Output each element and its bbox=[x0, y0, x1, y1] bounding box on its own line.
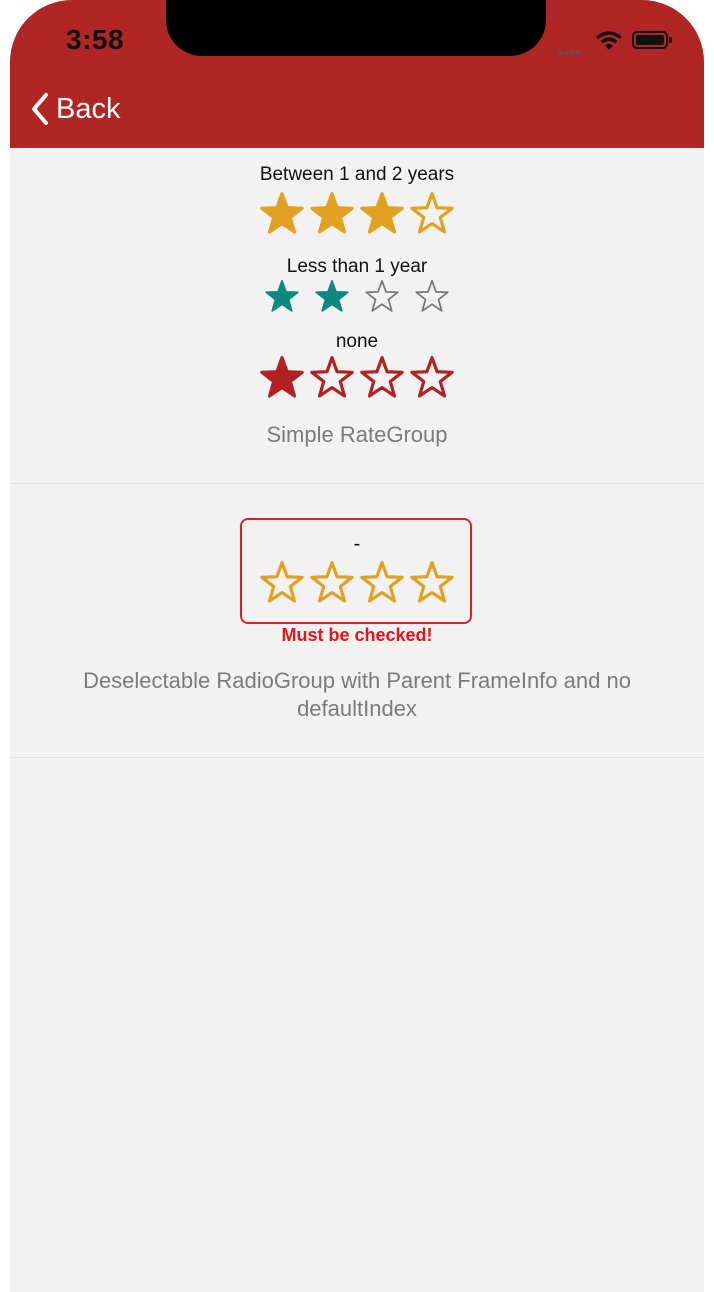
star-outline-icon[interactable] bbox=[409, 559, 455, 605]
wifi-icon bbox=[594, 30, 624, 57]
status-time: 3:58 bbox=[66, 24, 125, 55]
back-label: Back bbox=[56, 92, 121, 125]
star-filled-icon[interactable] bbox=[259, 190, 305, 236]
back-button[interactable]: Back bbox=[30, 92, 120, 126]
section-divider bbox=[10, 757, 704, 758]
star-filled-icon[interactable] bbox=[259, 354, 305, 400]
star-outline-icon[interactable] bbox=[414, 278, 450, 314]
rate-group-2-stars bbox=[10, 278, 704, 314]
star-outline-icon[interactable] bbox=[359, 559, 405, 605]
rate-group-label-2: Less than 1 year bbox=[286, 256, 428, 277]
rate-group-label-3: none bbox=[335, 331, 379, 352]
signal-icon bbox=[558, 42, 582, 60]
star-outline-icon[interactable] bbox=[364, 278, 400, 314]
star-outline-icon[interactable] bbox=[309, 354, 355, 400]
deselectable-caption-line1: Deselectable RadioGroup with Parent Fram… bbox=[83, 668, 631, 693]
battery-icon bbox=[632, 31, 672, 49]
star-filled-icon[interactable] bbox=[264, 278, 300, 314]
star-filled-icon[interactable] bbox=[309, 190, 355, 236]
rate-group-3-stars bbox=[10, 354, 704, 400]
device-notch bbox=[166, 0, 546, 56]
star-outline-icon[interactable] bbox=[409, 354, 455, 400]
section-divider bbox=[10, 483, 704, 484]
star-filled-icon[interactable] bbox=[359, 190, 405, 236]
star-outline-icon[interactable] bbox=[359, 354, 405, 400]
selected-value-text: - bbox=[353, 533, 361, 555]
deselectable-caption-line2: defaultIndex bbox=[297, 696, 417, 721]
rate-group-label-1: Between 1 and 2 years bbox=[259, 164, 455, 185]
star-outline-icon[interactable] bbox=[259, 559, 305, 605]
error-message: Must be checked! bbox=[281, 625, 433, 645]
chevron-left-icon bbox=[32, 93, 48, 125]
star-filled-icon[interactable] bbox=[314, 278, 350, 314]
deselectable-stars bbox=[10, 559, 704, 605]
star-outline-icon[interactable] bbox=[309, 559, 355, 605]
simple-rategroup-caption: Simple RateGroup bbox=[266, 422, 448, 447]
app-screen: 3:58 Back Between 1 and 2 years Less tha… bbox=[10, 0, 704, 1292]
nav-bar: 3:58 Back bbox=[10, 0, 704, 148]
star-outline-icon[interactable] bbox=[409, 190, 455, 236]
rate-group-1-stars bbox=[10, 190, 704, 236]
